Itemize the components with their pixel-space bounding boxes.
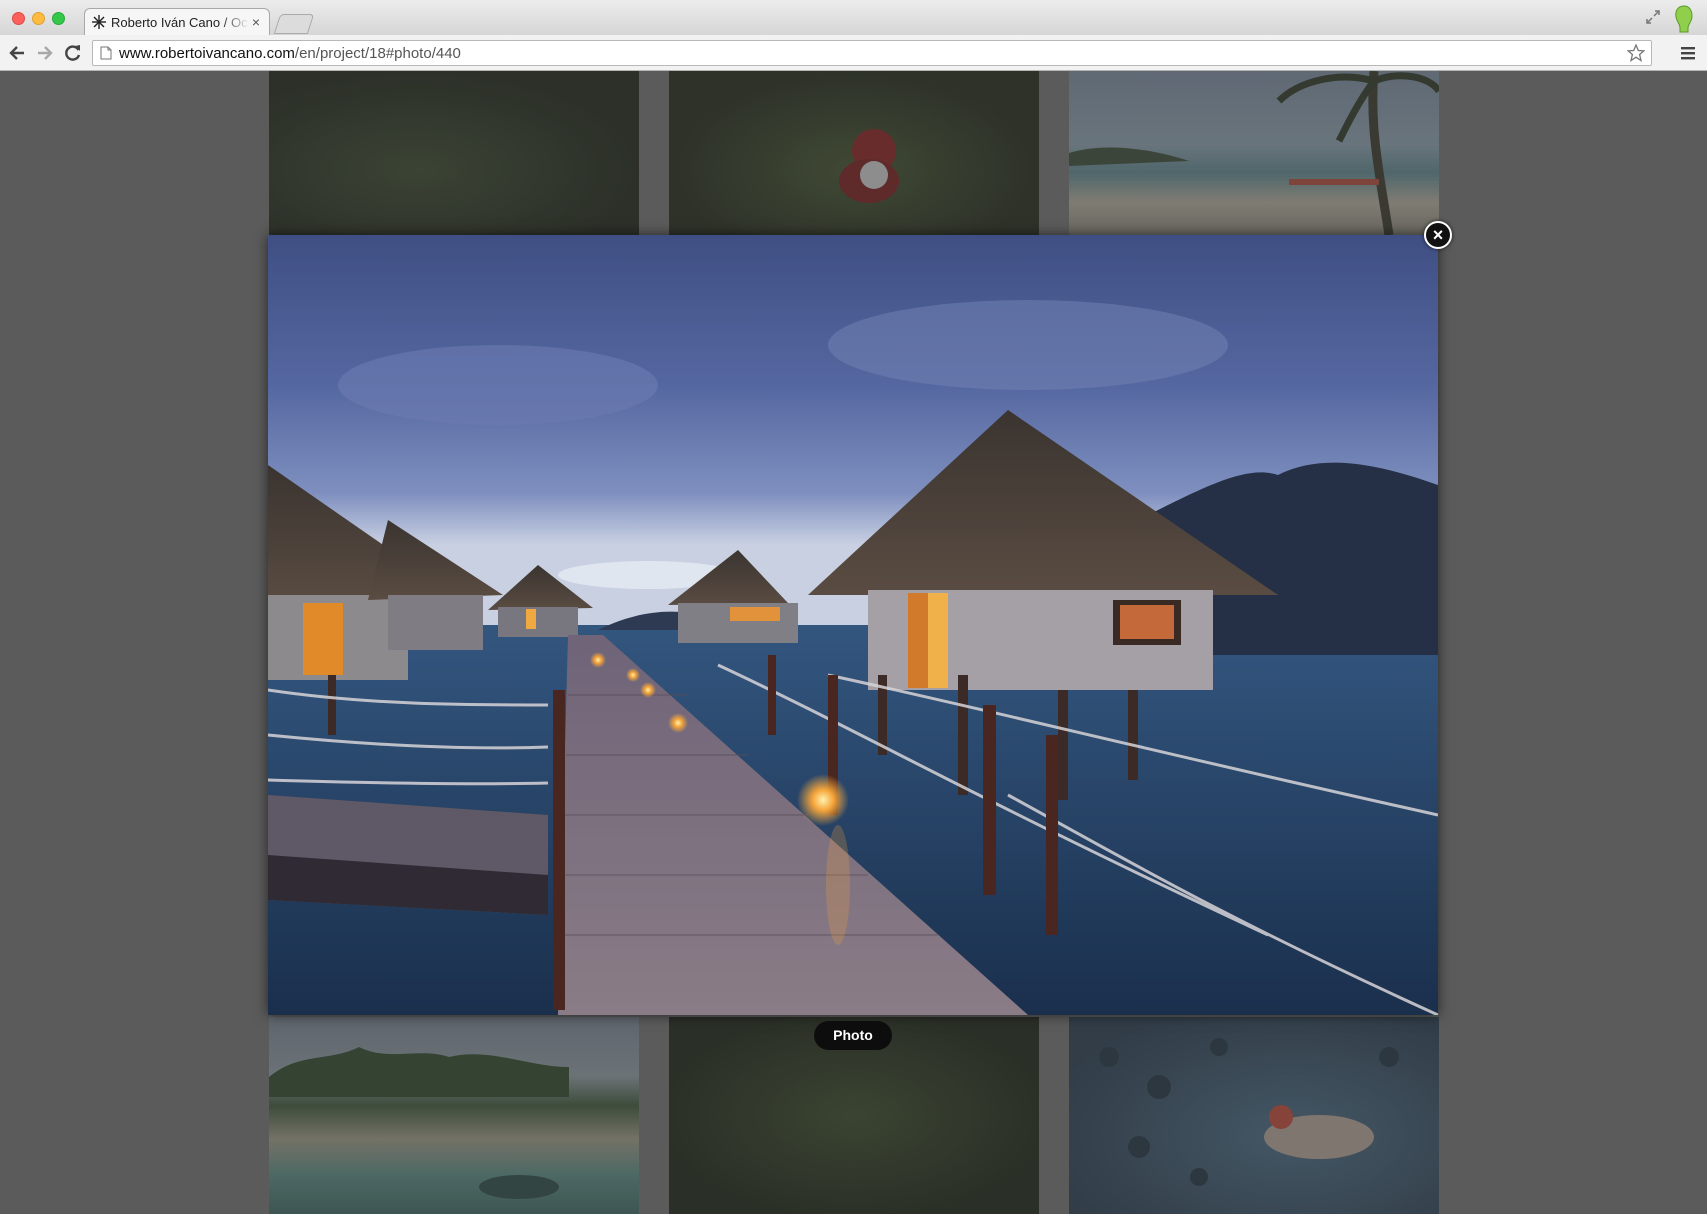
gallery-tile-reef[interactable] [1069, 1017, 1439, 1214]
gallery-tile-jungle[interactable] [269, 71, 639, 235]
gallery-tile-island[interactable] [269, 1017, 639, 1214]
forward-arrow-icon[interactable] [35, 43, 55, 63]
url-path: /en/project/18#photo/440 [294, 44, 461, 62]
browser-toolbar: www.robertoivancano.com/en/project/18#ph… [0, 35, 1707, 71]
bookmark-star-icon[interactable] [1627, 44, 1645, 62]
lightbox-photo[interactable] [268, 235, 1438, 1015]
tile-dim-overlay [269, 71, 639, 235]
site-favicon-icon [92, 15, 106, 29]
browser-tab[interactable]: Roberto Iván Cano / Ocean × [84, 8, 270, 35]
tile-dim-overlay [669, 71, 1039, 235]
close-window-button[interactable] [12, 12, 25, 25]
tab-title: Roberto Iván Cano / Ocean [111, 14, 249, 30]
fullscreen-icon[interactable] [1646, 10, 1660, 24]
gallery-tile-climber[interactable] [669, 71, 1039, 235]
url-domain: www.robertoivancano.com [119, 44, 295, 62]
tile-dim-overlay [1069, 1017, 1439, 1214]
new-tab-button[interactable] [273, 14, 315, 34]
photo-caption: Photo [814, 1021, 892, 1050]
address-bar[interactable]: www.robertoivancano.com/en/project/18#ph… [92, 40, 1652, 66]
tab-close-icon[interactable]: × [249, 15, 263, 29]
zoom-window-button[interactable] [52, 12, 65, 25]
lightbox-close-button[interactable]: × [1424, 221, 1452, 249]
menu-hamburger-icon[interactable] [1680, 45, 1696, 61]
tile-dim-overlay [269, 1017, 639, 1214]
url-text: www.robertoivancano.com/en/project/18#ph… [119, 45, 461, 62]
browser-titlebar: Roberto Iván Cano / Ocean × [0, 0, 1707, 35]
gallery-tile-beach[interactable] [1069, 71, 1439, 235]
tile-dim-overlay [1069, 71, 1439, 235]
page-icon [100, 46, 112, 60]
overwater-bungalows-photo [268, 235, 1438, 1015]
reload-icon[interactable] [63, 43, 83, 63]
profile-avatar-icon[interactable] [1672, 4, 1696, 34]
minimize-window-button[interactable] [32, 12, 45, 25]
back-arrow-icon[interactable] [7, 43, 27, 63]
